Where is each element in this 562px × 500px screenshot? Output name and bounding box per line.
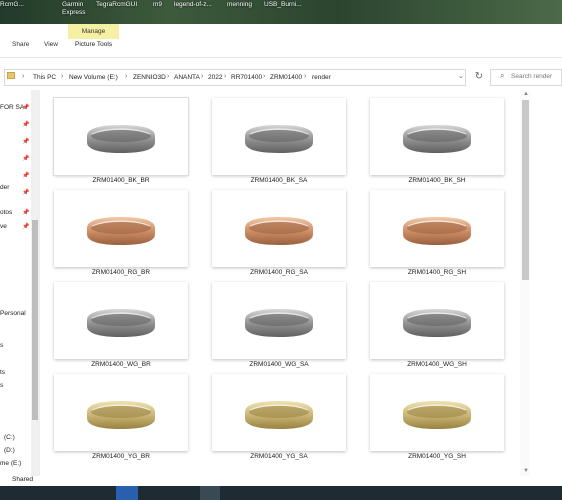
breadcrumb-this-pc[interactable]: This PC: [33, 74, 56, 81]
tab-share[interactable]: Share: [12, 41, 29, 48]
file-name-label: ZRM01400_WG_SA: [249, 361, 309, 368]
file-name-label: ZRM01400_BK_SH: [408, 177, 466, 184]
pin-icon: 📌: [22, 173, 30, 179]
tab-picture-tools[interactable]: Picture Tools: [75, 41, 112, 48]
chevron-right-icon: ›: [201, 73, 204, 80]
nav-item[interactable]: der: [0, 184, 9, 191]
desktop-icon-label[interactable]: RcmG...: [0, 1, 24, 9]
folder-icon: [7, 72, 15, 79]
file-thumbnail-tile[interactable]: [54, 190, 188, 267]
nav-item[interactable]: ts: [0, 369, 5, 376]
file-thumbnail-tile[interactable]: [212, 98, 346, 175]
chevron-down-icon[interactable]: ⌄: [458, 72, 464, 80]
status-item[interactable]: Shared: [12, 476, 33, 483]
chevron-right-icon: ›: [167, 73, 170, 80]
file-name-label: ZRM01400_YG_SH: [408, 453, 466, 460]
navpane-scrollbar-thumb[interactable]: [32, 220, 38, 420]
desktop-icon-label[interactable]: m9: [153, 1, 162, 9]
breadcrumb-rr701400[interactable]: RR701400: [231, 74, 262, 81]
desktop-icon-label[interactable]: menning: [227, 1, 252, 9]
desktop-icon-label[interactable]: legend-of-z...: [174, 1, 212, 9]
ring-image: [403, 217, 471, 245]
file-name-label: ZRM01400_WG_BR: [91, 361, 151, 368]
ring-image: [403, 309, 471, 337]
file-name-label: ZRM01400_RG_BR: [91, 269, 151, 276]
chevron-right-icon: ›: [22, 73, 25, 80]
file-thumbnail-tile[interactable]: [370, 190, 504, 267]
file-name-label: ZRM01400_RG_SA: [250, 269, 308, 276]
nav-item[interactable]: FOR SA: [0, 104, 24, 111]
pin-icon: 📌: [22, 224, 30, 230]
ring-image: [87, 217, 155, 245]
breadcrumb-2022[interactable]: 2022: [208, 74, 222, 81]
chevron-right-icon: ›: [263, 73, 266, 80]
file-thumbnail-tile[interactable]: [54, 374, 188, 451]
refresh-icon[interactable]: ↻: [472, 70, 486, 84]
ring-image: [245, 401, 313, 429]
file-name-label: ZRM01400_WG_SH: [407, 361, 467, 368]
nav-item[interactable]: Personal: [0, 310, 26, 317]
taskbar-app-icon[interactable]: [200, 486, 220, 500]
file-thumbnail-tile[interactable]: [212, 190, 346, 267]
scroll-down-arrow-icon[interactable]: ▼: [523, 468, 529, 474]
nav-item[interactable]: ve: [0, 223, 7, 230]
pin-icon: 📌: [22, 105, 30, 111]
ring-image: [403, 401, 471, 429]
file-thumbnail-tile[interactable]: [212, 374, 346, 451]
breadcrumb-new-volume[interactable]: New Volume (E:): [69, 74, 118, 81]
file-name-label: ZRM01400_YG_SA: [250, 453, 308, 460]
desktop-icon-label[interactable]: Garmin Express: [62, 1, 90, 17]
ring-image: [245, 125, 313, 153]
breadcrumb-zennio3d[interactable]: ZENNIO3D: [133, 74, 166, 81]
file-thumbnail-tile[interactable]: [370, 282, 504, 359]
ring-image: [87, 309, 155, 337]
pin-icon: 📌: [22, 190, 30, 196]
file-thumbnail-tile[interactable]: [370, 374, 504, 451]
chevron-right-icon: ›: [61, 73, 64, 80]
nav-item[interactable]: s: [0, 342, 3, 349]
pin-icon: 📌: [22, 139, 30, 145]
search-placeholder: Search render: [511, 73, 553, 80]
taskbar: [0, 486, 562, 500]
scroll-up-arrow-icon[interactable]: ▲: [523, 91, 529, 97]
taskbar-app-icon[interactable]: [116, 486, 138, 500]
file-thumbnail-tile[interactable]: [370, 98, 504, 175]
status-bar: Shared: [0, 476, 562, 486]
manage-context-header: Manage: [68, 24, 119, 39]
breadcrumb-zrm01400[interactable]: ZRM01400: [270, 74, 302, 81]
chevron-right-icon: ›: [125, 73, 128, 80]
file-name-label: ZRM01400_BK_SA: [250, 177, 308, 184]
file-thumbnail-tile[interactable]: [212, 282, 346, 359]
desktop-icon-label[interactable]: USB_Burni...: [264, 1, 302, 9]
chevron-right-icon: ›: [304, 73, 307, 80]
file-name-label: ZRM01400_YG_BR: [92, 453, 150, 460]
desktop-icon-label[interactable]: TegraRcmGUI: [96, 1, 137, 9]
file-view-scrollbar-thumb[interactable]: [522, 100, 529, 280]
nav-item[interactable]: s: [0, 382, 3, 389]
file-thumbnail-tile[interactable]: [53, 97, 189, 176]
chevron-right-icon: ›: [224, 73, 227, 80]
ring-image: [87, 125, 155, 153]
ring-image: [87, 401, 155, 429]
nav-item-drive-d[interactable]: (D:): [4, 447, 15, 454]
tab-view[interactable]: View: [44, 41, 58, 48]
breadcrumb-ananta[interactable]: ANANTA: [174, 74, 200, 81]
desktop-background: RcmG... Garmin Express TegraRcmGUI m9 le…: [0, 0, 562, 24]
ring-image: [403, 125, 471, 153]
pin-icon: 📌: [22, 210, 30, 216]
nav-item[interactable]: otos: [0, 209, 12, 216]
nav-item-drive-e[interactable]: me (E:): [0, 460, 21, 467]
file-name-label: ZRM01400_RG_SH: [407, 269, 467, 276]
nav-item-drive-c[interactable]: (C:): [4, 434, 15, 441]
ring-image: [245, 309, 313, 337]
pin-icon: 📌: [22, 156, 30, 162]
search-icon: ⌕: [500, 71, 505, 80]
file-name-label: ZRM01400_BK_BR: [92, 177, 150, 184]
breadcrumb-render[interactable]: render: [312, 74, 331, 81]
pin-icon: 📌: [22, 122, 30, 128]
file-thumbnail-tile[interactable]: [54, 282, 188, 359]
ring-image: [245, 217, 313, 245]
